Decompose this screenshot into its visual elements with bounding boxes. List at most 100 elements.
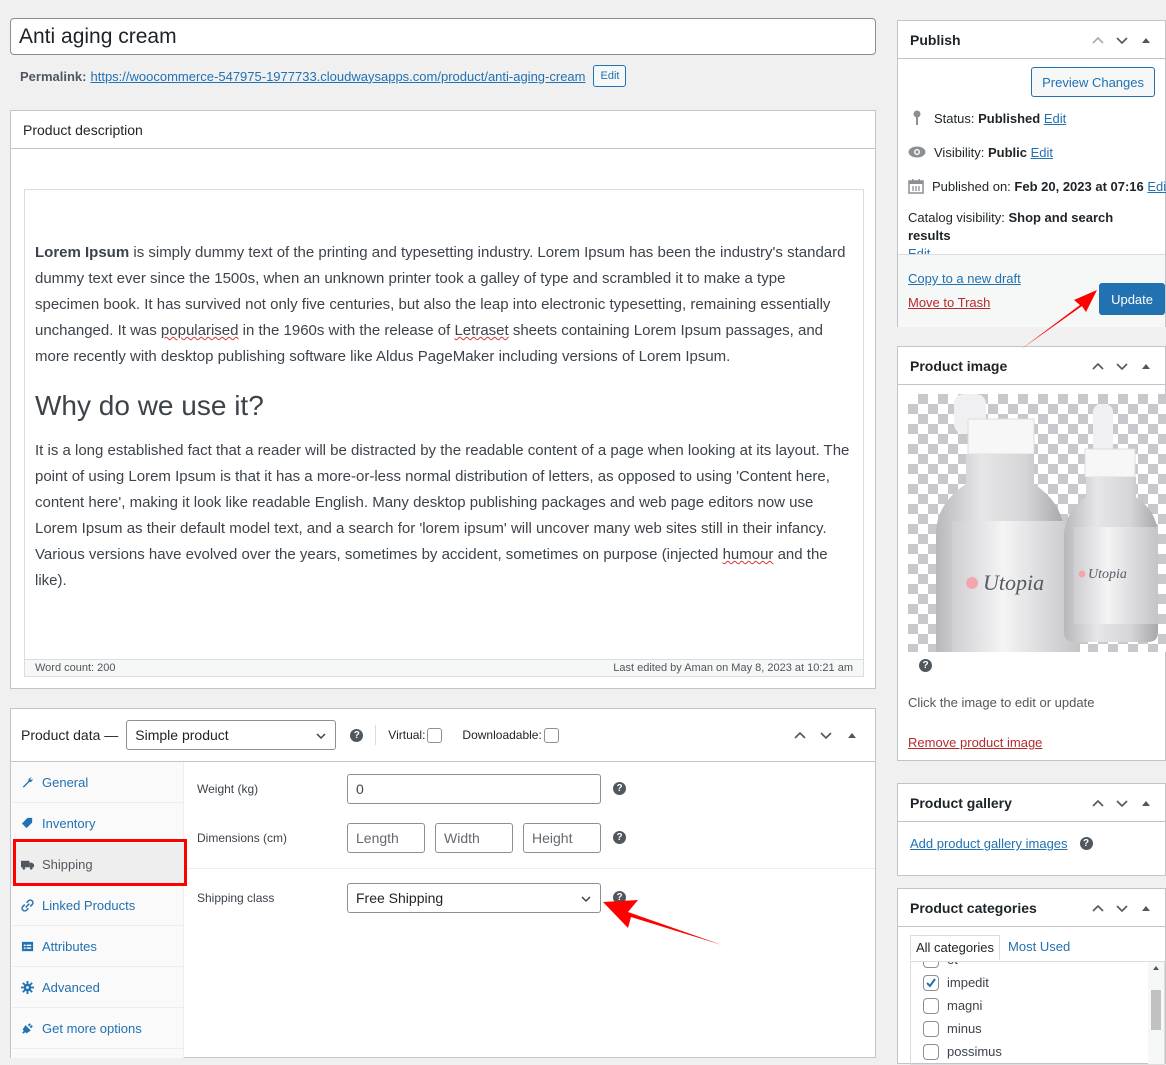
move-down-icon[interactable]: [1115, 796, 1129, 810]
published-label: Published on:: [932, 178, 1011, 194]
catalog-label: Catalog visibility:: [908, 210, 1005, 225]
permalink-row: Permalink: https://woocommerce-547975-19…: [20, 65, 627, 87]
visibility-edit-link[interactable]: Edit: [1031, 145, 1053, 160]
product-image-title: Product image: [910, 357, 1008, 374]
move-to-trash-link[interactable]: Move to Trash: [908, 295, 990, 310]
permalink-link[interactable]: https://woocommerce-547975-1977733.cloud…: [90, 69, 585, 84]
category-item[interactable]: et: [923, 962, 1164, 971]
shipping-class-select[interactable]: Free Shipping: [347, 882, 601, 913]
product-categories-header: Product categories: [898, 889, 1165, 927]
divider: [185, 868, 875, 869]
move-down-icon[interactable]: [1115, 359, 1129, 373]
virtual-checkbox[interactable]: [427, 727, 443, 743]
brand-label-text: Utopia: [983, 570, 1044, 595]
tab-all-categories[interactable]: All categories: [910, 935, 1001, 960]
category-checkbox-checked[interactable]: [923, 974, 939, 991]
help-icon[interactable]: ?: [613, 782, 626, 795]
p1-bold: Lorem Ipsum: [35, 244, 130, 261]
help-icon[interactable]: ?: [613, 891, 626, 904]
copy-to-draft-link[interactable]: Copy to a new draft: [908, 271, 1021, 286]
product-image[interactable]: Utopia Utopia: [908, 394, 1166, 652]
gear-icon: [21, 980, 34, 994]
tab-advanced[interactable]: Advanced: [11, 967, 183, 1008]
move-down-icon[interactable]: [1115, 33, 1129, 47]
move-up-icon[interactable]: [1091, 359, 1105, 373]
move-up-icon[interactable]: [1091, 33, 1105, 47]
link-icon: [21, 898, 34, 912]
help-icon[interactable]: ?: [919, 659, 932, 672]
category-label: minus: [947, 1021, 982, 1036]
tab-attributes[interactable]: Attributes: [11, 926, 183, 967]
product-title-input[interactable]: Anti aging cream: [10, 18, 876, 55]
tab-label: Attributes: [42, 938, 97, 954]
help-icon[interactable]: ?: [1079, 837, 1093, 850]
move-up-icon[interactable]: [1091, 796, 1105, 810]
product-bottles-illustration: Utopia Utopia: [936, 394, 1158, 652]
tab-linked-products[interactable]: Linked Products: [11, 885, 183, 926]
permalink-edit-button[interactable]: Edit: [593, 65, 627, 87]
tab-inventory[interactable]: Inventory: [11, 803, 183, 844]
category-checkbox[interactable]: [923, 1043, 939, 1060]
published-edit-link[interactable]: Edit: [1147, 179, 1166, 194]
category-checkbox[interactable]: [923, 997, 939, 1014]
move-up-icon[interactable]: [1091, 901, 1105, 915]
length-input[interactable]: Length: [347, 822, 425, 853]
tab-general[interactable]: General: [11, 762, 183, 803]
description-title: Product description: [23, 121, 143, 138]
category-item[interactable]: minus: [923, 1017, 1164, 1040]
scrollbar-thumb[interactable]: [1151, 990, 1161, 1030]
description-editor[interactable]: Lorem Ipsum is simply dummy text of the …: [24, 189, 864, 660]
gallery-title: Product gallery: [910, 794, 1012, 811]
category-label: impedit: [947, 975, 989, 990]
product-type-select[interactable]: Simple product: [126, 720, 337, 750]
shipping-class-value: Free Shipping: [356, 889, 444, 906]
eye-icon: [908, 146, 926, 158]
word-count: Word count: 200: [35, 662, 116, 674]
category-checkbox[interactable]: [923, 1020, 939, 1037]
help-icon[interactable]: ?: [613, 831, 626, 844]
tab-get-more-options[interactable]: Get more options: [11, 1008, 183, 1049]
category-label: magni: [947, 998, 983, 1013]
product-type-value: Simple product: [135, 727, 229, 743]
add-gallery-images-link[interactable]: Add product gallery images: [910, 836, 1068, 851]
categories-scrollbar[interactable]: [1148, 962, 1164, 1064]
category-item[interactable]: magni: [923, 994, 1164, 1017]
weight-input[interactable]: 0: [347, 773, 601, 804]
chevron-down-icon: [315, 729, 327, 745]
remove-product-image-link[interactable]: Remove product image: [908, 735, 1042, 750]
pin-icon: [908, 110, 926, 126]
preview-changes-button[interactable]: Preview Changes: [1031, 67, 1155, 97]
spellcheck-word: Letraset: [454, 322, 509, 339]
categories-title: Product categories: [910, 899, 1037, 916]
update-button[interactable]: Update: [1099, 283, 1165, 315]
checkmark-icon: [926, 977, 936, 988]
collapse-toggle-icon[interactable]: [1139, 359, 1153, 373]
description-heading: Why do we use it?: [35, 390, 264, 421]
collapse-toggle-icon[interactable]: [1139, 796, 1153, 810]
help-icon[interactable]: ?: [350, 728, 364, 742]
category-item[interactable]: impedit: [923, 971, 1164, 994]
width-input[interactable]: Width: [435, 822, 513, 853]
category-item[interactable]: possimus: [923, 1040, 1164, 1063]
tab-most-used[interactable]: Most Used: [1000, 935, 1078, 960]
category-label: possimus: [947, 1044, 1002, 1059]
move-up-icon[interactable]: [793, 728, 807, 742]
move-down-icon[interactable]: [819, 728, 833, 742]
status-edit-link[interactable]: Edit: [1044, 111, 1066, 126]
height-input[interactable]: Height: [523, 822, 601, 853]
collapse-toggle-icon[interactable]: [845, 728, 859, 742]
description-header: Product description: [11, 111, 875, 149]
collapse-toggle-icon[interactable]: [1139, 901, 1153, 915]
publish-actions: Copy to a new draft Move to Trash Update: [898, 254, 1165, 327]
move-down-icon[interactable]: [1115, 901, 1129, 915]
category-checkbox[interactable]: [923, 962, 939, 968]
tab-label: Linked Products: [42, 897, 136, 913]
plugin-icon: [21, 1022, 34, 1035]
p2-a: It is a long established fact that a rea…: [35, 442, 850, 563]
visibility-value: Public: [987, 144, 1027, 160]
scroll-up-icon[interactable]: [1148, 962, 1164, 974]
collapse-toggle-icon[interactable]: [1139, 33, 1153, 47]
shipping-panel: Weight (kg) 0 ? Dimensions (cm) Length W…: [185, 762, 875, 1058]
tab-label: General: [42, 774, 89, 790]
downloadable-checkbox[interactable]: [543, 727, 559, 743]
